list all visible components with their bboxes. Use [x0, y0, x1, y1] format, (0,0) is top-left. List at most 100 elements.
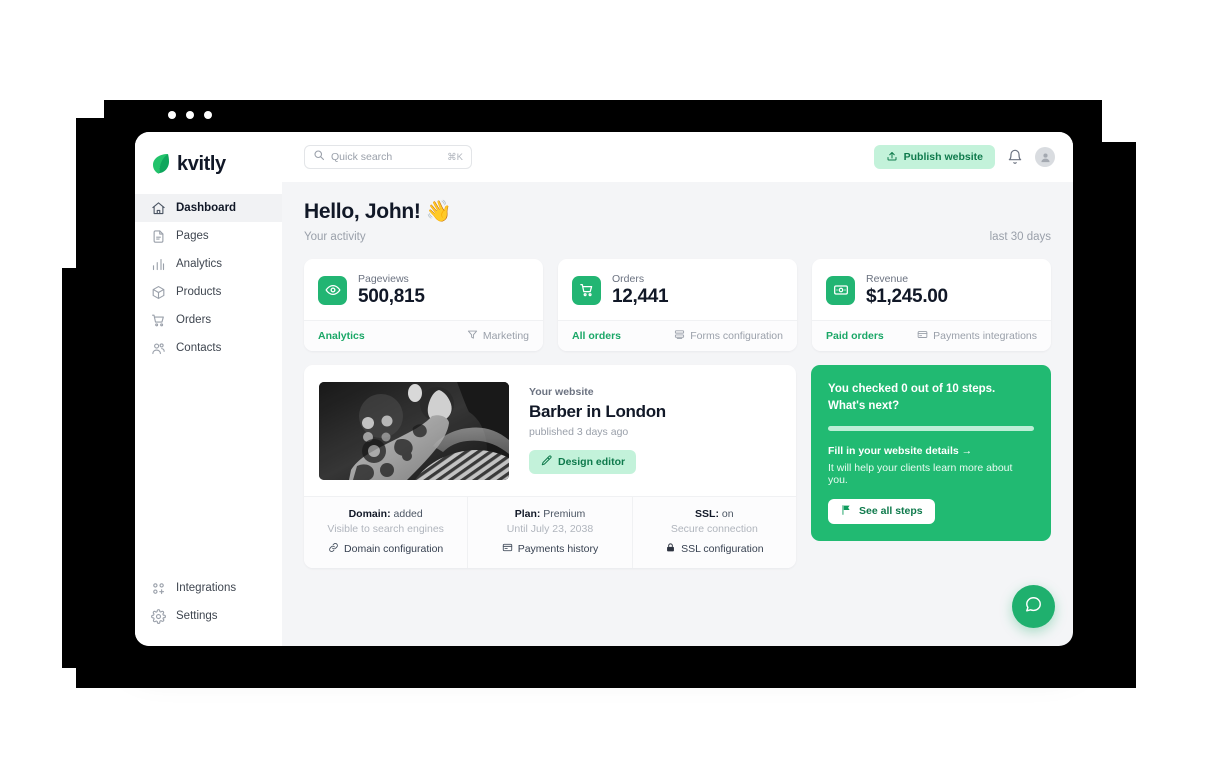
stat-card-body: Pageviews 500,815	[304, 259, 543, 320]
topbar: ⌘K Publish website	[282, 132, 1073, 182]
steps-headline: You checked 0 out of 10 steps. What's ne…	[828, 381, 1034, 414]
eye-icon	[318, 275, 347, 305]
search-input[interactable]	[331, 151, 442, 163]
stat-card-pageviews: Pageviews 500,815 Analytics Marketing	[304, 259, 543, 352]
brand-name: kvitly	[177, 152, 226, 175]
cube-icon	[151, 285, 166, 300]
home-icon	[151, 201, 166, 216]
ssl-configuration-link[interactable]: SSL configuration	[637, 542, 792, 556]
sidebar-item-contacts[interactable]: Contacts	[135, 334, 282, 362]
stat-secondary-label: Payments integrations	[933, 330, 1037, 343]
bell-icon[interactable]	[1007, 149, 1023, 165]
publish-website-button[interactable]: Publish website	[873, 145, 995, 169]
cart-icon	[151, 313, 166, 328]
website-thumbnail[interactable]	[319, 382, 509, 481]
search-shortcut: ⌘K	[447, 151, 463, 163]
backdrop-cutout	[1102, 100, 1208, 142]
brush-icon	[540, 455, 552, 470]
payments-history-link[interactable]: Payments history	[472, 542, 627, 556]
backdrop-cutout	[1130, 688, 1208, 712]
stat-primary-link[interactable]: All orders	[572, 330, 621, 342]
website-footer-domain: Domain: added Visible to search engines …	[304, 497, 469, 569]
sidebar-item-dashboard[interactable]: Dashboard	[135, 194, 282, 222]
footer-title: SSL: on	[637, 508, 792, 520]
sidebar-item-label: Settings	[176, 610, 218, 622]
stat-label: Pageviews	[358, 273, 409, 285]
footer-title: Plan: Premium	[472, 508, 627, 520]
activity-subtitle: Your activity	[304, 231, 366, 243]
stat-text: Pageviews 500,815	[358, 273, 425, 307]
leaf-icon	[153, 154, 169, 174]
integrations-icon	[151, 581, 166, 596]
design-editor-button[interactable]: Design editor	[529, 450, 637, 475]
lock-icon	[665, 542, 676, 556]
dashboard-content: Hello, John! 👋 Your activity last 30 day…	[282, 182, 1073, 646]
main-area: ⌘K Publish website	[282, 132, 1073, 646]
search-icon	[313, 148, 325, 166]
sidebar-item-orders[interactable]: Orders	[135, 306, 282, 334]
stat-card-footer: All orders Forms configuration	[558, 320, 797, 352]
sidebar-item-analytics[interactable]: Analytics	[135, 250, 282, 278]
funnel-icon	[467, 329, 478, 343]
next-step-link[interactable]: Fill in your website details →	[828, 445, 1034, 457]
window-dot	[204, 111, 212, 119]
sidebar: kvitly Dashboard Pages Analytics Product…	[135, 132, 282, 646]
upload-icon	[886, 150, 898, 165]
money-icon	[826, 275, 855, 305]
bar-chart-icon	[151, 257, 166, 272]
stat-secondary-label: Marketing	[482, 330, 529, 343]
activity-subheader: Your activity last 30 days	[304, 231, 1051, 243]
backdrop-cutout	[0, 0, 62, 784]
sidebar-nav: Dashboard Pages Analytics Products Order…	[135, 194, 282, 362]
sidebar-item-label: Products	[176, 286, 222, 298]
domain-configuration-link[interactable]: Domain configuration	[308, 542, 463, 556]
stat-primary-link[interactable]: Analytics	[318, 330, 365, 342]
lower-row: Your website Barber in London published …	[304, 365, 1051, 569]
avatar[interactable]	[1035, 147, 1055, 167]
gear-icon	[151, 608, 166, 624]
backdrop-cutout	[0, 712, 1208, 784]
footer-title-key: Domain:	[348, 508, 391, 521]
footer-title-value: on	[718, 508, 734, 521]
cart-icon	[572, 275, 601, 305]
website-card: Your website Barber in London published …	[304, 365, 796, 569]
publish-website-label: Publish website	[903, 151, 983, 163]
sidebar-item-settings[interactable]: Settings	[135, 602, 282, 630]
backdrop-cutout	[62, 668, 76, 712]
footer-title-value: Premium	[540, 508, 586, 521]
chat-bubble-icon	[1024, 595, 1043, 619]
stat-card-orders: Orders 12,441 All orders Forms configura…	[558, 259, 797, 352]
brand-logo[interactable]: kvitly	[135, 146, 282, 182]
website-footer-ssl: SSL: on Secure connection SSL configurat…	[633, 497, 796, 568]
sidebar-item-label: Dashboard	[176, 202, 237, 214]
search-box[interactable]: ⌘K	[304, 145, 472, 169]
stat-secondary-link[interactable]: Payments integrations	[917, 329, 1037, 343]
topbar-actions: Publish website	[873, 145, 1055, 169]
sidebar-item-pages[interactable]: Pages	[135, 222, 282, 250]
stat-card-revenue: Revenue $1,245.00 Paid orders Payments i…	[812, 259, 1051, 352]
stat-secondary-label: Forms configuration	[690, 330, 783, 343]
sidebar-item-integrations[interactable]: Integrations	[135, 574, 282, 602]
sidebar-item-label: Orders	[176, 314, 212, 326]
forms-icon	[674, 329, 685, 343]
see-all-steps-button[interactable]: See all steps	[828, 498, 935, 524]
app-window: kvitly Dashboard Pages Analytics Product…	[135, 132, 1073, 646]
footer-subtitle: Secure connection	[670, 523, 758, 536]
footer-title-value: added	[390, 508, 423, 521]
next-step-description: It will help your clients learn more abo…	[828, 461, 1013, 486]
stat-primary-link[interactable]: Paid orders	[826, 330, 884, 342]
stat-card-footer: Paid orders Payments integrations	[812, 320, 1051, 352]
stat-card-body: Revenue $1,245.00	[812, 259, 1051, 320]
stat-card-body: Orders 12,441	[558, 259, 797, 320]
window-dot	[168, 111, 176, 119]
help-chat-button[interactable]	[1012, 585, 1055, 628]
stat-secondary-link[interactable]: Forms configuration	[674, 329, 783, 343]
screenshot-stage: kvitly Dashboard Pages Analytics Product…	[0, 0, 1208, 784]
stat-secondary-link[interactable]: Marketing	[467, 329, 529, 343]
stat-value: 12,441	[612, 285, 669, 307]
sidebar-item-products[interactable]: Products	[135, 278, 282, 306]
onboarding-steps-card: You checked 0 out of 10 steps. What's ne…	[811, 365, 1051, 541]
window-dot	[186, 111, 194, 119]
file-icon	[151, 229, 166, 244]
stat-value: $1,245.00	[866, 285, 948, 307]
